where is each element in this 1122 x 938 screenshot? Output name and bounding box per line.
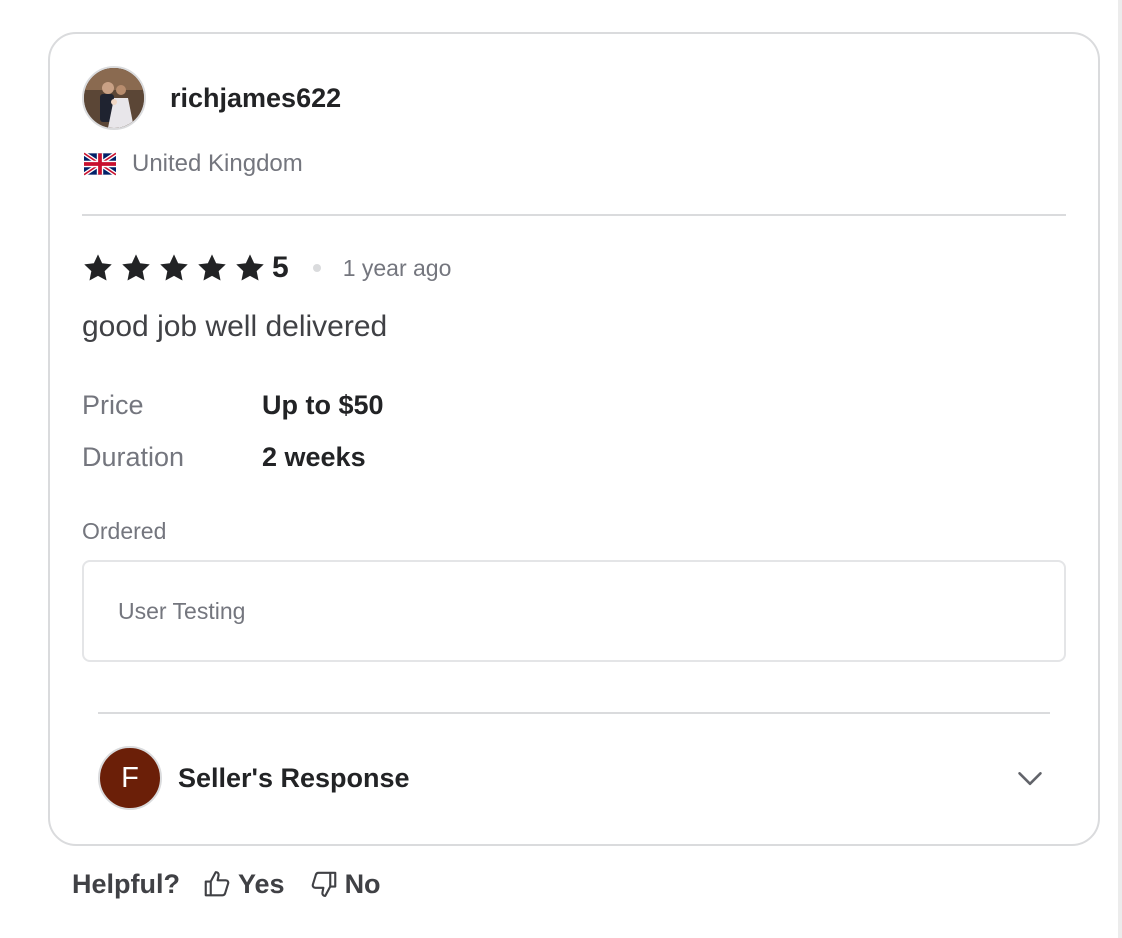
star-rating — [82, 252, 272, 284]
uk-flag-icon — [84, 152, 116, 176]
seller-response-toggle[interactable]: F Seller's Response — [98, 746, 1052, 810]
rating-row: 5 1 year ago — [82, 248, 451, 288]
reviewer-header: richjames622 — [82, 66, 341, 130]
thumbs-up-icon — [204, 871, 230, 897]
helpful-label: Helpful? — [72, 868, 180, 899]
star-icon — [122, 254, 150, 281]
ordered-label: Ordered — [82, 518, 167, 544]
seller-response-title: Seller's Response — [178, 762, 410, 793]
page-edge-divider — [1118, 0, 1122, 938]
price-value: Up to $50 — [262, 390, 384, 420]
seller-avatar: F — [98, 746, 162, 810]
star-icon — [198, 254, 226, 281]
review-text: good job well delivered — [82, 310, 388, 343]
helpful-feedback: Helpful? Yes No — [72, 864, 405, 904]
price-row: Price Up to $50 — [82, 390, 384, 421]
review-time: 1 year ago — [342, 254, 452, 281]
star-icon — [160, 254, 188, 281]
duration-row: Duration 2 weeks — [82, 442, 366, 473]
chevron-down-icon[interactable] — [1016, 764, 1044, 792]
price-label: Price — [82, 390, 144, 420]
avatar-photo-image — [84, 68, 144, 128]
helpful-yes-button[interactable]: Yes — [202, 869, 285, 900]
rating-value: 5 — [272, 251, 289, 284]
dot-separator — [312, 264, 321, 272]
helpful-yes-label: Yes — [238, 868, 285, 899]
divider — [82, 214, 1066, 216]
reviewer-avatar[interactable] — [82, 66, 146, 130]
star-icon — [84, 254, 112, 281]
reviewer-username[interactable]: richjames622 — [170, 83, 341, 114]
ordered-item-name: User Testing — [118, 597, 246, 624]
star-icon — [236, 254, 264, 281]
duration-label: Duration — [82, 442, 185, 472]
helpful-no-button[interactable]: No — [309, 869, 381, 900]
divider — [98, 712, 1050, 714]
ordered-item-box[interactable]: User Testing — [82, 560, 1066, 662]
helpful-no-label: No — [344, 868, 381, 899]
reviewer-country: United Kingdom — [84, 150, 303, 178]
duration-value: 2 weeks — [262, 442, 366, 472]
thumbs-down-icon — [311, 871, 336, 897]
country-name: United Kingdom — [132, 150, 303, 177]
review-card: richjames622 United Kingdom 5 1 year ago… — [48, 32, 1100, 846]
